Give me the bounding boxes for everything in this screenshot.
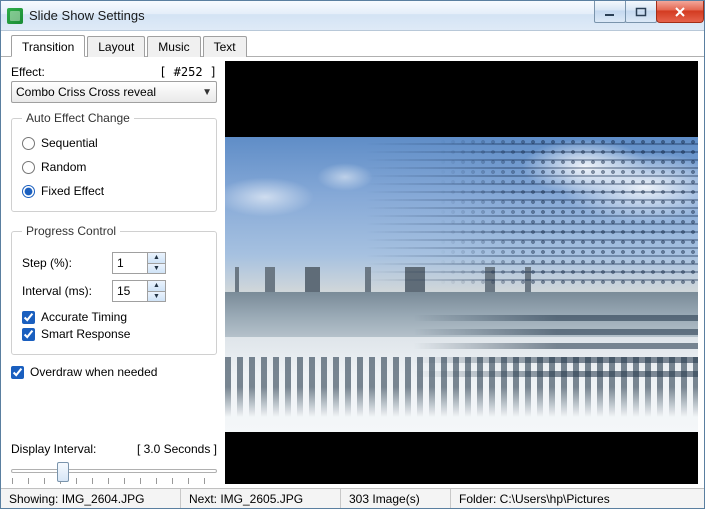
tab-text[interactable]: Text [203,36,247,57]
status-count: 303 Image(s) [341,489,451,508]
effect-number: [ #252 ] [159,65,217,79]
maximize-button[interactable] [625,1,657,23]
step-up-button[interactable]: ▲ [148,253,165,264]
step-down-button[interactable]: ▼ [148,264,165,274]
status-showing: Showing: IMG_2604.JPG [1,489,181,508]
interval-spinner[interactable]: ▲ ▼ [112,280,166,302]
smart-response-checkbox[interactable]: Smart Response [22,327,130,341]
progress-legend: Progress Control [22,224,120,238]
tab-layout[interactable]: Layout [87,36,145,57]
smart-response-label: Smart Response [41,327,130,341]
window-controls [595,1,704,23]
radio-random-label: Random [41,160,86,174]
step-spinner[interactable]: ▲ ▼ [112,252,166,274]
auto-effect-group: Auto Effect Change Sequential Random Fix… [11,111,217,212]
radio-random[interactable]: Random [22,160,86,174]
close-button[interactable] [656,1,704,23]
app-icon [7,8,23,24]
interval-up-button[interactable]: ▲ [148,281,165,292]
minimize-button[interactable] [594,1,626,23]
accurate-timing-checkbox[interactable]: Accurate Timing [22,310,127,324]
tabs: Transition Layout Music Text [1,31,704,57]
display-interval-slider[interactable] [11,458,217,484]
progress-group: Progress Control Step (%): ▲ ▼ Interval … [11,224,217,355]
display-interval-value: [ 3.0 Seconds ] [137,442,217,456]
title-bar: Slide Show Settings [1,1,704,31]
accurate-timing-label: Accurate Timing [41,310,127,324]
settings-panel: Effect: [ #252 ] Combo Criss Cross revea… [1,57,225,488]
tab-music[interactable]: Music [147,36,200,57]
preview-image [225,137,698,432]
radio-sequential[interactable]: Sequential [22,136,98,150]
content-area: Effect: [ #252 ] Combo Criss Cross revea… [1,57,704,488]
status-next: Next: IMG_2605.JPG [181,489,341,508]
radio-sequential-label: Sequential [41,136,98,150]
radio-fixed[interactable]: Fixed Effect [22,184,104,198]
interval-down-button[interactable]: ▼ [148,292,165,302]
interval-label: Interval (ms): [22,284,112,298]
effect-selected: Combo Criss Cross reveal [16,85,156,99]
step-label: Step (%): [22,256,112,270]
effect-label: Effect: [11,65,45,79]
auto-effect-legend: Auto Effect Change [22,111,134,125]
tab-transition[interactable]: Transition [11,35,85,57]
interval-input[interactable] [113,281,147,301]
status-folder: Folder: C:\Users\hp\Pictures [451,489,704,508]
overdraw-checkbox[interactable]: Overdraw when needed [11,365,157,379]
effect-combo[interactable]: Combo Criss Cross reveal ▼ [11,81,217,103]
overdraw-label: Overdraw when needed [30,365,157,379]
slider-thumb[interactable] [57,462,69,482]
preview-panel [225,61,698,484]
radio-fixed-label: Fixed Effect [41,184,104,198]
chevron-down-icon: ▼ [202,87,212,98]
status-bar: Showing: IMG_2604.JPG Next: IMG_2605.JPG… [1,488,704,508]
window-title: Slide Show Settings [29,8,145,23]
display-interval-label: Display Interval: [11,442,96,456]
step-input[interactable] [113,253,147,273]
